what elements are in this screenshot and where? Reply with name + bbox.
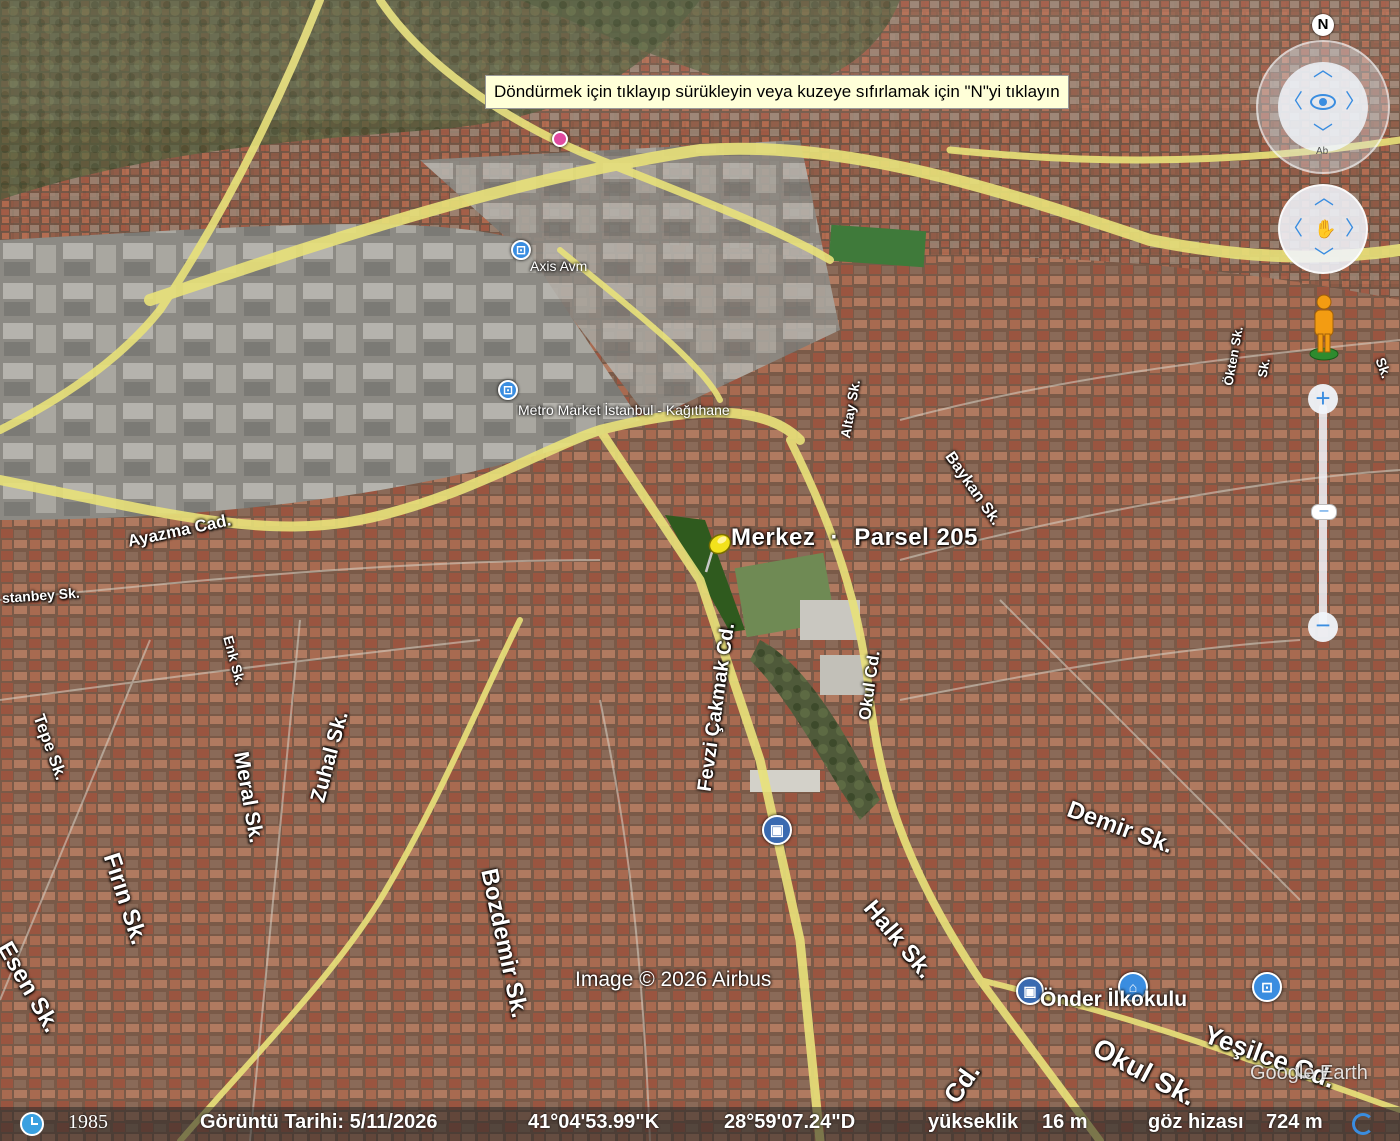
map-view[interactable]: Ayazma Cad. stanbey Sk. Fevzi Çakmak Cd.… xyxy=(0,0,1400,1141)
move-down-button[interactable]: ﹀ xyxy=(1313,248,1335,268)
look-left-button[interactable]: 〈 xyxy=(1282,92,1304,112)
shopping-cart-icon[interactable]: ⊡ xyxy=(498,380,518,400)
move-joystick[interactable]: ︿ 〈 〉 ﹀ ✋ xyxy=(1278,184,1368,274)
poi-metro-market-label[interactable]: Metro Market İstanbul - Kağıthane xyxy=(518,402,730,418)
zoom-slider[interactable]: + – − xyxy=(1308,384,1338,648)
bus-stop-icon[interactable]: ▣ xyxy=(762,815,792,845)
placemark-parcel: Parsel 205 xyxy=(854,524,978,551)
eye-altitude-value: 724 m xyxy=(1266,1111,1323,1133)
move-up-button[interactable]: ︿ xyxy=(1313,188,1335,208)
zoom-thumb[interactable]: – xyxy=(1311,503,1337,520)
latitude-readout: 41°04'53.99"K xyxy=(528,1111,660,1133)
shopping-icon-right[interactable]: ⊡ xyxy=(1252,972,1282,1002)
look-up-button[interactable]: ︿ xyxy=(1312,60,1334,80)
imagery-copyright: Image © 2026 Airbus xyxy=(575,968,772,991)
look-right-button[interactable]: 〉 xyxy=(1344,92,1366,112)
poi-axis-avm-label[interactable]: Axis Avm xyxy=(530,258,587,274)
poi-onder-ilkokulu-label[interactable]: Önder İlkokulu xyxy=(1040,988,1187,1012)
elevation-value: 16 m xyxy=(1042,1111,1088,1133)
look-joystick[interactable]: ︿ 〈 〉 ﹀ Ab xyxy=(1256,40,1390,174)
street-view-pegman-icon[interactable] xyxy=(1304,294,1344,364)
eye-icon xyxy=(1310,94,1336,110)
placemark-label[interactable]: Merkez · Parsel 205 xyxy=(731,524,978,552)
north-label: N xyxy=(1317,16,1329,33)
zoom-in-button[interactable]: + xyxy=(1308,384,1338,414)
imagery-date: Görüntü Tarihi: 5/11/2026 xyxy=(200,1111,438,1133)
historical-year[interactable]: 1985 xyxy=(68,1111,108,1134)
hand-icon: ✋ xyxy=(1314,219,1337,239)
move-left-button[interactable]: 〈 xyxy=(1282,219,1304,239)
tilt-hint: Ab xyxy=(1316,146,1329,157)
zoom-out-button[interactable]: − xyxy=(1308,612,1338,642)
navigation-controls: ︿ 〈 〉 ﹀ Ab N ︿ 〈 〉 ﹀ ✋ + – − xyxy=(1250,10,1400,660)
move-right-button[interactable]: 〉 xyxy=(1344,219,1366,239)
historical-imagery-clock-icon[interactable] xyxy=(20,1112,44,1136)
rotate-tooltip: Döndürmek için tıklayıp sürükleyin veya … xyxy=(485,75,1069,109)
look-down-button[interactable]: ﹀ xyxy=(1312,124,1334,144)
google-earth-logo: Google Earth xyxy=(1250,1062,1368,1084)
elevation-label: yükseklik xyxy=(928,1111,1019,1133)
loading-indicator-icon xyxy=(1352,1113,1374,1135)
poi-pink-icon[interactable] xyxy=(552,131,568,147)
longitude-readout: 28°59'07.24"D xyxy=(724,1111,856,1133)
placemark-name: Merkez xyxy=(731,524,816,551)
north-reset-button[interactable]: N xyxy=(1312,14,1334,36)
placemark-separator: · xyxy=(830,524,840,551)
eye-altitude-label: göz hizası xyxy=(1148,1111,1244,1133)
status-bar: 1985 Görüntü Tarihi: 5/11/2026 41°04'53.… xyxy=(0,1107,1400,1141)
shopping-bag-icon[interactable]: ⊡ xyxy=(511,240,531,260)
